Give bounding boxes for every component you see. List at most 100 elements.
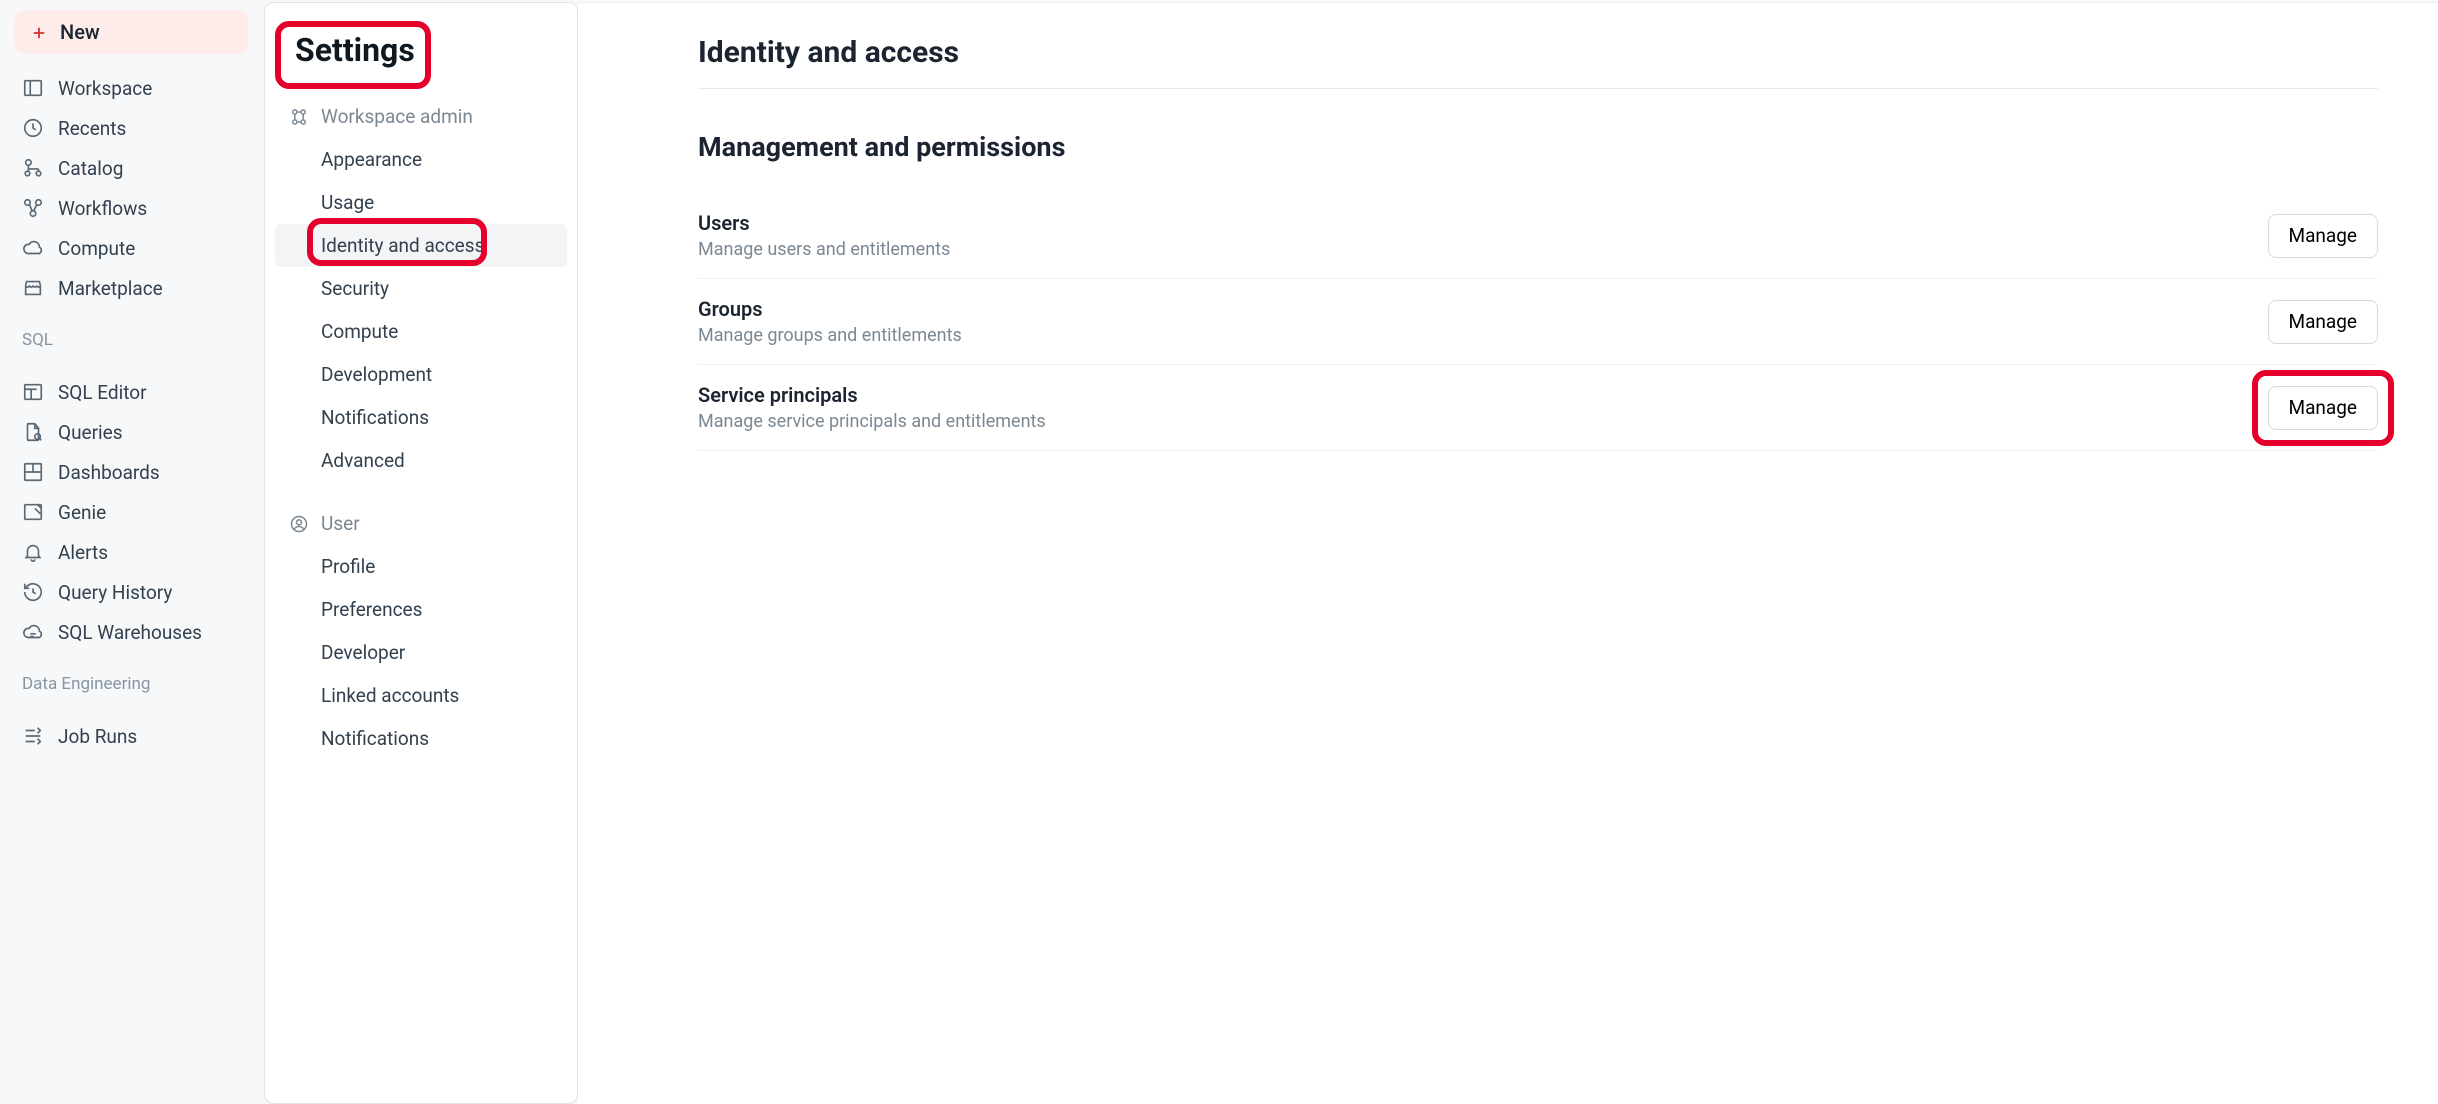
queries-icon <box>22 421 44 443</box>
history-icon <box>22 581 44 603</box>
settings-item-identity-and-access[interactable]: Identity and access <box>275 224 567 267</box>
user-icon <box>289 514 309 534</box>
settings-item-notifications-admin[interactable]: Notifications <box>275 396 567 439</box>
global-nav: New Workspace Recents Catalog Workflows <box>0 0 262 1104</box>
manage-groups-button[interactable]: Manage <box>2268 300 2379 344</box>
nav-item-label: Dashboards <box>58 461 160 484</box>
settings-item-development[interactable]: Development <box>275 353 567 396</box>
nav-item-workflows[interactable]: Workflows <box>14 188 248 228</box>
cloud-icon <box>22 237 44 259</box>
nav-item-label: Workflows <box>58 197 147 220</box>
mgmt-row-desc: Manage users and entitlements <box>698 239 950 260</box>
settings-item-label: Developer <box>321 641 405 664</box>
mgmt-row-title: Groups <box>698 297 962 321</box>
manage-service-principals-button[interactable]: Manage <box>2268 386 2379 430</box>
sql-editor-icon <box>22 381 44 403</box>
nav-item-label: Query History <box>58 581 172 604</box>
settings-item-advanced[interactable]: Advanced <box>275 439 567 482</box>
nav-main-list: Workspace Recents Catalog Workflows Comp… <box>14 68 248 308</box>
nav-item-sql-editor[interactable]: SQL Editor <box>14 372 248 412</box>
settings-group-user: User <box>269 502 573 545</box>
nav-item-queries[interactable]: Queries <box>14 412 248 452</box>
workspace-admin-icon <box>289 107 309 127</box>
manage-users-button[interactable]: Manage <box>2268 214 2379 258</box>
settings-item-label: Profile <box>321 555 375 578</box>
mgmt-labels: Users Manage users and entitlements <box>698 211 950 260</box>
mgmt-row-users: Users Manage users and entitlements Mana… <box>698 193 2378 279</box>
nav-item-label: SQL Editor <box>58 381 147 404</box>
settings-item-label: Notifications <box>321 727 429 750</box>
settings-group-label: User <box>321 512 360 535</box>
nav-item-job-runs[interactable]: Job Runs <box>14 716 248 756</box>
nav-item-marketplace[interactable]: Marketplace <box>14 268 248 308</box>
bell-icon <box>22 541 44 563</box>
nav-item-label: Job Runs <box>58 725 137 748</box>
settings-item-preferences[interactable]: Preferences <box>275 588 567 631</box>
clock-icon <box>22 117 44 139</box>
nav-item-catalog[interactable]: Catalog <box>14 148 248 188</box>
nav-item-sql-warehouses[interactable]: SQL Warehouses <box>14 612 248 652</box>
settings-group-workspace-admin: Workspace admin <box>269 95 573 138</box>
settings-item-label: Identity and access <box>321 234 484 257</box>
settings-item-linked-accounts[interactable]: Linked accounts <box>275 674 567 717</box>
nav-section-data-engineering: Data Engineering <box>14 652 248 702</box>
settings-item-label: Notifications <box>321 406 429 429</box>
mgmt-labels: Groups Manage groups and entitlements <box>698 297 962 346</box>
nav-item-label: Workspace <box>58 77 152 100</box>
nav-section-sql: SQL <box>14 308 248 358</box>
nav-item-label: Queries <box>58 421 123 444</box>
nav-item-dashboards[interactable]: Dashboards <box>14 452 248 492</box>
nav-item-label: SQL Warehouses <box>58 621 202 644</box>
settings-sidebar: Settings Workspace admin Appearance Usag… <box>264 2 578 1104</box>
settings-item-label: Security <box>321 277 389 300</box>
nav-item-recents[interactable]: Recents <box>14 108 248 148</box>
catalog-icon <box>22 157 44 179</box>
page-divider <box>698 88 2378 89</box>
mgmt-row-service-principals: Service principals Manage service princi… <box>698 365 2378 451</box>
main-content: Identity and access Management and permi… <box>578 2 2438 1104</box>
storefront-icon <box>22 277 44 299</box>
new-button-label: New <box>60 20 100 44</box>
nav-item-workspace[interactable]: Workspace <box>14 68 248 108</box>
mgmt-row-desc: Manage service principals and entitlemen… <box>698 411 1046 432</box>
settings-item-label: Compute <box>321 320 398 343</box>
settings-item-notifications-user[interactable]: Notifications <box>275 717 567 760</box>
mgmt-row-desc: Manage groups and entitlements <box>698 325 962 346</box>
nav-sql-list: SQL Editor Queries Dashboards Genie Aler… <box>14 372 248 652</box>
plus-icon <box>30 23 48 41</box>
nav-item-genie[interactable]: Genie <box>14 492 248 532</box>
job-runs-icon <box>22 725 44 747</box>
mgmt-row-groups: Groups Manage groups and entitlements Ma… <box>698 279 2378 365</box>
settings-item-label: Advanced <box>321 449 405 472</box>
workflows-icon <box>22 197 44 219</box>
settings-item-security[interactable]: Security <box>275 267 567 310</box>
genie-icon <box>22 501 44 523</box>
nav-item-label: Marketplace <box>58 277 163 300</box>
nav-data-engineering-list: Job Runs <box>14 716 248 756</box>
page-title: Identity and access <box>698 35 2378 70</box>
dashboards-icon <box>22 461 44 483</box>
nav-item-compute[interactable]: Compute <box>14 228 248 268</box>
nav-item-label: Genie <box>58 501 106 524</box>
settings-item-compute[interactable]: Compute <box>275 310 567 353</box>
mgmt-row-title: Service principals <box>698 383 1046 407</box>
settings-item-label: Preferences <box>321 598 422 621</box>
nav-item-label: Recents <box>58 117 126 140</box>
settings-group-label: Workspace admin <box>321 105 473 128</box>
settings-item-usage[interactable]: Usage <box>275 181 567 224</box>
new-button[interactable]: New <box>14 10 248 54</box>
mgmt-labels: Service principals Manage service princi… <box>698 383 1046 432</box>
nav-item-alerts[interactable]: Alerts <box>14 532 248 572</box>
warehouse-icon <box>22 621 44 643</box>
settings-title: Settings <box>279 23 431 77</box>
mgmt-row-title: Users <box>698 211 950 235</box>
nav-item-query-history[interactable]: Query History <box>14 572 248 612</box>
settings-item-appearance[interactable]: Appearance <box>275 138 567 181</box>
nav-item-label: Catalog <box>58 157 123 180</box>
settings-item-label: Appearance <box>321 148 422 171</box>
settings-item-label: Development <box>321 363 432 386</box>
section-title: Management and permissions <box>698 131 2378 163</box>
settings-item-developer[interactable]: Developer <box>275 631 567 674</box>
nav-item-label: Alerts <box>58 541 108 564</box>
settings-item-profile[interactable]: Profile <box>275 545 567 588</box>
